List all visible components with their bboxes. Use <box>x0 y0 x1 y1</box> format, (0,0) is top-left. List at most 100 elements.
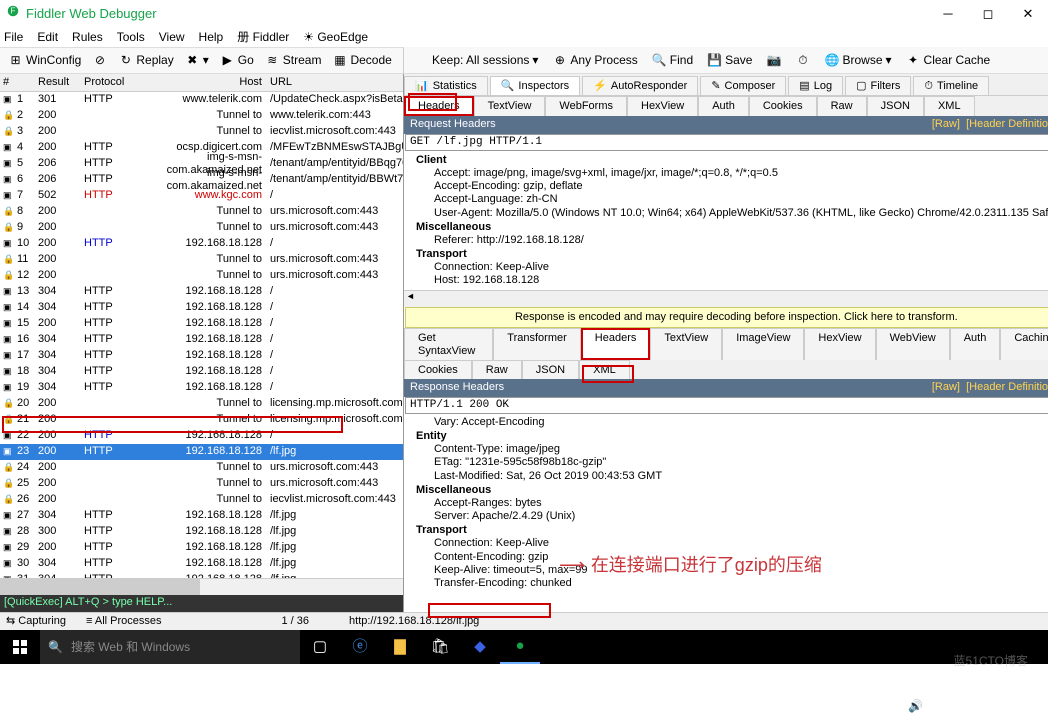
session-row[interactable]: ▣28300HTTP192.168.18.128/lf.jpg <box>0 524 403 540</box>
col-url[interactable]: URL <box>268 76 403 89</box>
subtab-imageview[interactable]: ImageView <box>722 328 804 360</box>
tray-ime-icon[interactable]: 中 <box>951 699 963 713</box>
subtab-json[interactable]: JSON <box>522 360 579 379</box>
header-line[interactable]: Connection: Keep-Alive <box>416 261 1048 274</box>
menu-geoedge[interactable]: ☀ GeoEdge <box>303 30 368 44</box>
session-row[interactable]: ▣18304HTTP192.168.18.128/ <box>0 364 403 380</box>
subtab-raw[interactable]: Raw <box>472 360 522 379</box>
taskbar-fiddler-icon[interactable]: ● <box>500 630 540 664</box>
tb-any-process[interactable]: ⊕Any Process <box>548 51 641 70</box>
tb-remove[interactable]: ✖ ▾ <box>181 51 213 70</box>
header-line[interactable]: User-Agent: Mozilla/5.0 (Windows NT 10.0… <box>416 207 1048 220</box>
session-row[interactable]: 🔒9200Tunnel tours.microsoft.com:443 <box>0 220 403 236</box>
header-line[interactable]: Host: 192.168.18.128 <box>416 274 1048 287</box>
subtab-textview[interactable]: TextView <box>474 96 546 116</box>
tb-find[interactable]: 🔍Find <box>648 51 697 70</box>
tab-timeline[interactable]: ⏱Timeline <box>913 76 989 95</box>
session-row[interactable]: ▣17304HTTP192.168.18.128/ <box>0 348 403 364</box>
subtab-xml[interactable]: XML <box>924 96 975 116</box>
subtab-cookies[interactable]: Cookies <box>404 360 472 379</box>
grid-hscroll[interactable] <box>0 578 403 595</box>
session-row[interactable]: ▣15200HTTP192.168.18.128/ <box>0 316 403 332</box>
session-row[interactable]: 🔒26200Tunnel toiecvlist.microsoft.com:44… <box>0 492 403 508</box>
header-line[interactable]: Connection: Keep-Alive <box>416 537 1048 550</box>
session-row[interactable]: 🔒20200Tunnel tolicensing.mp.microsoft.co… <box>0 396 403 412</box>
subtab-webview[interactable]: WebView <box>876 328 950 360</box>
header-line[interactable]: Transfer-Encoding: chunked <box>416 577 1048 590</box>
tray-up-icon[interactable]: ˄ <box>893 699 900 713</box>
session-row[interactable]: ▣10200HTTP192.168.18.128/ <box>0 236 403 252</box>
response-raw-link[interactable]: [Raw] <box>932 381 960 393</box>
subtab-cookies[interactable]: Cookies <box>749 96 817 116</box>
tab-composer[interactable]: ✎Composer <box>700 76 786 95</box>
session-row[interactable]: ▣16304HTTP192.168.18.128/ <box>0 332 403 348</box>
header-line[interactable]: Accept-Encoding: gzip, deflate <box>416 180 1048 193</box>
header-line[interactable]: Referer: http://192.168.18.128/ <box>416 234 1048 247</box>
request-header-defs-link[interactable]: [Header Definitions] <box>966 118 1048 130</box>
subtab-auth[interactable]: Auth <box>950 328 1001 360</box>
subtab-hexview[interactable]: HexView <box>804 328 875 360</box>
session-row[interactable]: ▣6206HTTPimg-s-msn-com.akamaized.net/ten… <box>0 172 403 188</box>
tray-network-icon[interactable]: ⚙ <box>875 699 886 713</box>
subtab-caching[interactable]: Caching <box>1000 328 1048 360</box>
col-host[interactable]: Host <box>142 76 268 89</box>
taskbar-explorer-icon[interactable]: ▇ <box>380 630 420 664</box>
taskbar-search[interactable]: 🔍搜索 Web 和 Windows <box>40 630 300 664</box>
session-row[interactable]: ▣14304HTTP192.168.18.128/ <box>0 300 403 316</box>
tray-flag-icon[interactable]: ▢ <box>931 699 942 713</box>
session-row[interactable]: ▣30304HTTP192.168.18.128/lf.jpg <box>0 556 403 572</box>
close-button[interactable]: ✕ <box>1008 0 1048 27</box>
subtab-hexview[interactable]: HexView <box>627 96 698 116</box>
session-row[interactable]: ▣23200HTTP192.168.18.128/lf.jpg <box>0 444 403 460</box>
session-row[interactable]: ▣29200HTTP192.168.18.128/lf.jpg <box>0 540 403 556</box>
session-row[interactable]: 🔒3200Tunnel toiecvlist.microsoft.com:443 <box>0 124 403 140</box>
subtab-textview[interactable]: TextView <box>650 328 722 360</box>
menu-file[interactable]: File <box>4 30 23 44</box>
header-line[interactable]: Content-Type: image/jpeg <box>416 443 1048 456</box>
tb-replay[interactable]: ↻Replay <box>114 51 177 70</box>
menu-tools[interactable]: Tools <box>117 30 145 44</box>
tb-clear-cache[interactable]: ✦Clear Cache <box>902 51 995 70</box>
tab-autoresponder[interactable]: ⚡AutoResponder <box>582 76 698 95</box>
quickexec-box[interactable]: [QuickExec] ALT+Q > type HELP... <box>0 595 403 612</box>
menu-fiddler[interactable]: 册 Fiddler <box>237 30 289 44</box>
tb-stream[interactable]: ≋Stream <box>261 51 326 70</box>
session-row[interactable]: 🔒12200Tunnel tours.microsoft.com:443 <box>0 268 403 284</box>
header-line[interactable]: Accept-Language: zh-CN <box>416 193 1048 206</box>
tb-go[interactable]: ▶Go <box>216 51 258 70</box>
session-row[interactable]: 🔒8200Tunnel tours.microsoft.com:443 <box>0 204 403 220</box>
process-filter[interactable]: ≡ All Processes <box>86 615 162 628</box>
header-line[interactable]: ETag: "1231e-595c58f98b18c-gzip" <box>416 456 1048 469</box>
header-line[interactable]: Accept: image/png, image/svg+xml, image/… <box>416 167 1048 180</box>
taskbar-app1-icon[interactable]: ◆ <box>460 630 500 664</box>
taskbar-store-icon[interactable]: 🛍 <box>420 630 460 664</box>
tab-statistics[interactable]: 📊Statistics <box>404 76 488 95</box>
decode-notice[interactable]: Response is encoded and may require deco… <box>405 307 1048 328</box>
response-header-defs-link[interactable]: [Header Definitions] <box>966 381 1048 393</box>
header-line[interactable]: Vary: Accept-Encoding <box>416 416 1048 429</box>
session-row[interactable]: ▣27304HTTP192.168.18.128/lf.jpg <box>0 508 403 524</box>
tb-winconfig[interactable]: ⊞WinConfig <box>4 51 85 70</box>
subtab-webforms[interactable]: WebForms <box>545 96 627 116</box>
minimize-button[interactable]: ─ <box>928 0 968 27</box>
session-row[interactable]: ▣13304HTTP192.168.18.128/ <box>0 284 403 300</box>
subtab-raw[interactable]: Raw <box>817 96 867 116</box>
subtab-transformer[interactable]: Transformer <box>493 328 581 360</box>
session-row[interactable]: ▣22200HTTP192.168.18.128/ <box>0 428 403 444</box>
subtab-get-syntaxview[interactable]: Get SyntaxView <box>404 328 493 360</box>
request-raw-link[interactable]: [Raw] <box>932 118 960 130</box>
tb-camera[interactable]: 📷 <box>762 51 785 70</box>
subtab-headers[interactable]: Headers <box>404 96 474 116</box>
menu-rules[interactable]: Rules <box>72 30 103 44</box>
tb-keep--all-sessions[interactable]: Keep: All sessions ▾ <box>410 51 542 70</box>
tray-notifications-icon[interactable]: ▢ <box>1029 699 1040 713</box>
capturing-indicator[interactable]: ⇆ Capturing <box>6 615 66 628</box>
tab-inspectors[interactable]: 🔍Inspectors <box>490 76 580 95</box>
session-row[interactable]: 🔒11200Tunnel tours.microsoft.com:443 <box>0 252 403 268</box>
session-row[interactable]: ▣19304HTTP192.168.18.128/ <box>0 380 403 396</box>
header-line[interactable]: Accept-Ranges: bytes <box>416 497 1048 510</box>
tb-save[interactable]: 💾Save <box>703 51 756 70</box>
header-line[interactable]: Last-Modified: Sat, 26 Oct 2019 00:43:53… <box>416 470 1048 483</box>
menu-edit[interactable]: Edit <box>37 30 58 44</box>
request-hscroll[interactable] <box>404 290 1048 307</box>
